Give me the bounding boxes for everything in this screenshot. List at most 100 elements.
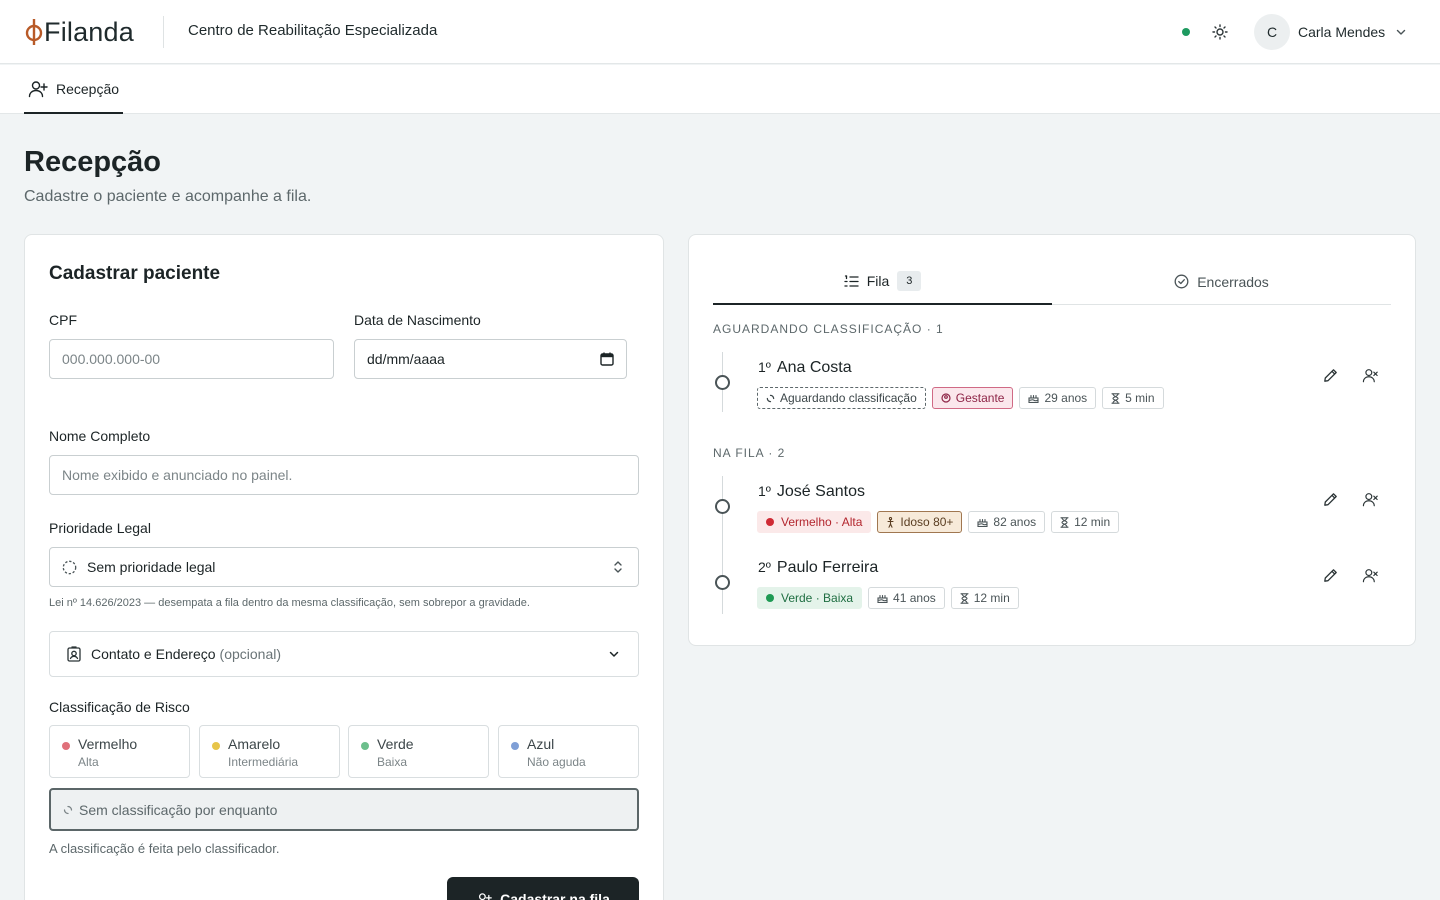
nav-bar: Recepção <box>0 65 1440 114</box>
age-badge: 82 anos <box>968 511 1046 533</box>
user-x-icon <box>1362 492 1378 506</box>
cake-icon <box>877 594 888 603</box>
priority-badge: Idoso 80+ <box>877 511 963 533</box>
birth-date-label: Data de Nascimento <box>354 312 481 328</box>
birth-date-input[interactable]: dd/mm/aaaa <box>354 339 627 379</box>
contact-address-label: Contato e Endereço <box>91 646 216 662</box>
risk-badge: Vermelho · Alta <box>757 511 872 533</box>
logo-mark-icon <box>25 19 43 45</box>
remove-patient-button[interactable] <box>1360 489 1380 509</box>
section-heading-in-queue: NA FILA · 2 <box>713 446 786 460</box>
patient-name-text: Ana Costa <box>776 359 852 376</box>
page-subtitle: Cadastre o paciente e acompanhe a fila. <box>24 188 312 205</box>
pencil-icon <box>1323 368 1337 382</box>
hourglass-icon <box>1111 392 1120 404</box>
risk-option-azul[interactable]: Azul Não aguda <box>498 725 639 778</box>
risk-label: Classificação de Risco <box>49 699 190 715</box>
priority-badge-label: Idoso 80+ <box>900 515 954 529</box>
chevrons-up-down-icon <box>614 561 622 573</box>
remove-patient-button[interactable] <box>1360 565 1380 585</box>
section-heading-awaiting: AGUARDANDO CLASSIFICAÇÃO · 1 <box>713 322 944 336</box>
pencil-icon <box>1323 492 1337 506</box>
age-badge: 29 anos <box>1019 387 1097 409</box>
risk-hint: A classificação é feita pelo classificad… <box>49 841 280 856</box>
divider <box>163 16 164 48</box>
timeline-node <box>715 499 730 514</box>
tab-queue-label: Fila <box>866 273 890 289</box>
risk-dot-blue <box>511 742 519 750</box>
tab-closed-label: Encerrados <box>1197 273 1269 290</box>
list-ordered-icon <box>844 274 859 287</box>
risk-badge: Verde · Baixa <box>757 587 863 609</box>
check-circle-icon <box>1174 274 1189 289</box>
tab-reception-label: Recepção <box>56 80 120 97</box>
no-classification-option[interactable]: Sem classificação por enquanto <box>49 788 639 831</box>
priority-select[interactable]: Sem prioridade legal <box>49 547 639 587</box>
user-x-icon <box>1362 368 1378 382</box>
timeline-node <box>715 575 730 590</box>
chevron-down-icon <box>609 651 619 657</box>
risk-dot-green <box>361 742 369 750</box>
age-badge-label: 82 anos <box>993 515 1037 529</box>
risk-option-vermelho[interactable]: Vermelho Alta <box>49 725 190 778</box>
edit-patient-button[interactable] <box>1320 365 1340 385</box>
cpf-label: CPF <box>49 312 77 328</box>
risk-option-amarelo[interactable]: Amarelo Intermediária <box>199 725 340 778</box>
queue-card: Fila 3 Encerrados AGUARDANDO CLASSIFICAÇ… <box>688 234 1416 646</box>
age-badge-label: 29 anos <box>1044 391 1088 405</box>
queue-count-badge: 3 <box>897 271 922 291</box>
status-badge-label: Aguardando classificação <box>780 391 917 405</box>
birth-date-placeholder: dd/mm/aaaa <box>367 351 445 367</box>
tab-reception[interactable]: Recepção <box>24 65 123 114</box>
patient-name-text: Paulo Ferreira <box>776 559 879 576</box>
risk-option-verde[interactable]: Verde Baixa <box>348 725 489 778</box>
queue-item-tags: Aguardando classificação Gestante 29 ano… <box>757 387 1164 409</box>
user-menu-button[interactable]: C Carla Mendes <box>1254 14 1407 50</box>
dashed-circle-icon <box>62 560 77 574</box>
edit-patient-button[interactable] <box>1320 565 1340 585</box>
full-name-input[interactable]: Nome exibido e anunciado no painel. <box>49 455 639 495</box>
logo[interactable]: Filanda <box>24 16 134 48</box>
chevron-down-icon <box>1396 29 1406 35</box>
risk-badge-label: Vermelho · Alta <box>781 515 863 529</box>
risk-option-sub: Não aguda <box>527 755 586 769</box>
user-plus-icon <box>28 80 48 97</box>
sun-icon <box>1212 24 1228 40</box>
hourglass-icon <box>960 592 969 604</box>
user-plus-icon <box>479 892 492 900</box>
no-classification-label: Sem classificação por enquanto <box>79 801 278 818</box>
wait-time-label: 12 min <box>1074 515 1111 529</box>
age-badge-label: 41 anos <box>893 591 936 605</box>
risk-option-sub: Intermediária <box>228 755 299 769</box>
contact-address-optional: (opcional) <box>219 646 282 662</box>
org-name: Centro de Reabilitação Especializada <box>188 22 438 39</box>
page-title: Recepção <box>24 146 162 178</box>
top-bar: Filanda Centro de Reabilitação Especiali… <box>0 0 1440 64</box>
tab-queue[interactable]: Fila 3 <box>713 259 1052 305</box>
loader-icon <box>766 394 775 402</box>
risk-option-name: Azul <box>527 736 555 752</box>
risk-option-sub: Baixa <box>377 755 408 769</box>
avatar: C <box>1254 14 1290 50</box>
edit-patient-button[interactable] <box>1320 489 1340 509</box>
remove-patient-button[interactable] <box>1360 365 1380 385</box>
calendar-icon <box>600 352 614 366</box>
risk-option-name: Amarelo <box>228 736 281 752</box>
priority-badge-label: Gestante <box>955 391 1005 405</box>
contact-card-icon <box>67 646 81 662</box>
theme-toggle-button[interactable] <box>1208 20 1232 44</box>
wait-time-badge: 5 min <box>1102 387 1164 409</box>
hourglass-icon <box>1060 516 1069 528</box>
risk-dot-yellow <box>212 742 220 750</box>
contact-address-toggle[interactable]: Contato e Endereço (opcional) <box>49 631 639 677</box>
cpf-input[interactable]: 000.000.000-00 <box>49 339 334 379</box>
tab-closed[interactable]: Encerrados <box>1052 259 1391 305</box>
timeline-rail <box>722 476 723 614</box>
priority-badge: Gestante <box>931 387 1014 409</box>
status-badge: Aguardando classificação <box>757 387 926 409</box>
risk-dot-red <box>766 518 774 526</box>
submit-queue-button[interactable]: Cadastrar na fila <box>447 877 639 900</box>
elderly-icon <box>887 516 894 528</box>
user-x-icon <box>1362 568 1378 582</box>
connection-status-dot <box>1182 28 1190 36</box>
